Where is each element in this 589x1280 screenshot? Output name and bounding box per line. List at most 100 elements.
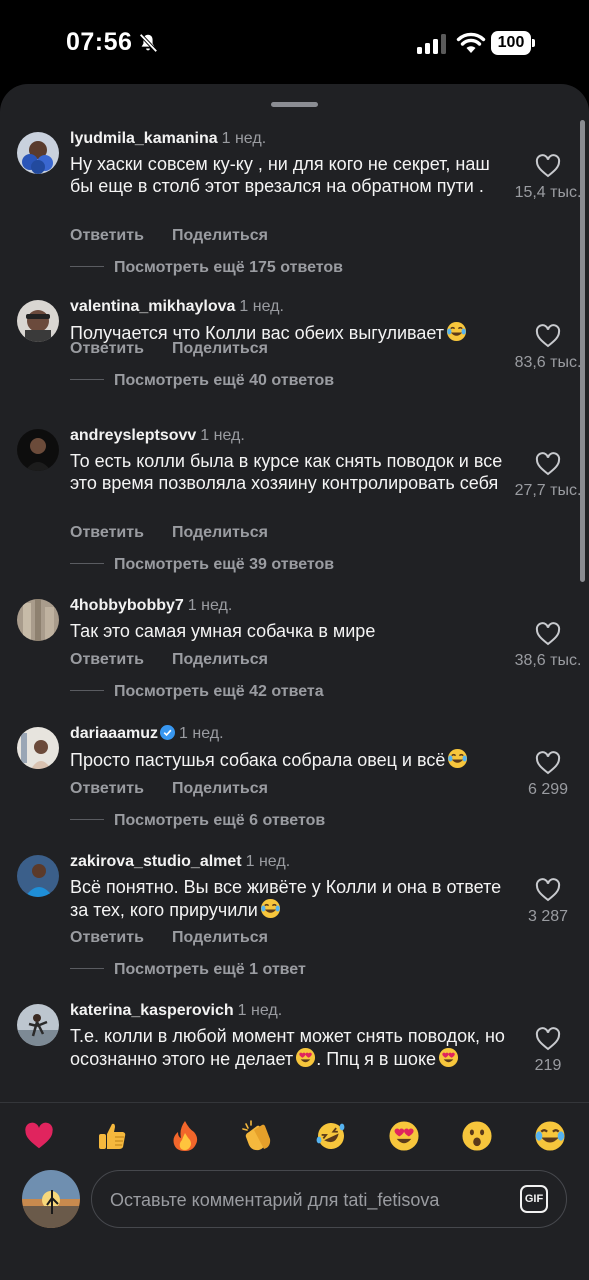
heart-eyes-emoji-icon: [296, 1047, 316, 1068]
comment-time: 1 нед.: [187, 597, 233, 614]
comment-header: lyudmila_kamanina 1 нед.: [70, 130, 266, 148]
like-count: 83,6 тыс.: [514, 354, 582, 371]
comment-username[interactable]: lyudmila_kamanina: [70, 130, 218, 147]
reply-button[interactable]: Ответить: [70, 651, 144, 668]
like-button[interactable]: 15,4 тыс.: [508, 154, 588, 202]
share-button[interactable]: Поделиться: [172, 780, 268, 797]
view-replies-label: Посмотреть ещё 39 ответов: [114, 556, 335, 573]
view-replies-label: Посмотреть ещё 42 ответа: [114, 683, 324, 700]
like-button[interactable]: 6 299: [508, 751, 588, 799]
reaction-fire-button[interactable]: [168, 1119, 202, 1153]
comment-input[interactable]: Оставьте комментарий для tati_fetisova G…: [91, 1170, 567, 1228]
wifi-icon: [456, 32, 486, 53]
comment-text-body: Всё понятно. Вы все живёте у Колли и она…: [70, 877, 502, 920]
share-button[interactable]: Поделиться: [172, 651, 268, 668]
comment-header: dariaaamuz 1 нед.: [70, 725, 224, 743]
like-count: 6 299: [527, 781, 569, 798]
share-button[interactable]: Поделиться: [172, 340, 268, 357]
avatar[interactable]: [17, 855, 59, 897]
view-replies-button[interactable]: Посмотреть ещё 1 ответ: [70, 961, 306, 979]
quick-reactions-bar: [0, 1102, 589, 1162]
comment-actions: Ответить Поделиться: [70, 780, 268, 798]
like-button[interactable]: 83,6 тыс.: [508, 324, 588, 372]
reaction-clapping-button[interactable]: [241, 1119, 275, 1153]
view-replies-button[interactable]: Посмотреть ещё 6 ответов: [70, 812, 325, 830]
heart-icon: [535, 324, 561, 348]
comment-header: katerina_kasperovich 1 нед.: [70, 1002, 282, 1020]
avatar[interactable]: [17, 300, 59, 342]
like-count: 219: [534, 1057, 562, 1074]
reaction-tears-of-joy-button[interactable]: [533, 1119, 567, 1153]
like-button[interactable]: 3 287: [508, 878, 588, 926]
comment-username[interactable]: 4hobbybobby7: [70, 597, 184, 614]
avatar[interactable]: [17, 429, 59, 471]
comment-actions: Ответить Поделиться: [70, 929, 268, 947]
reply-button[interactable]: Ответить: [70, 340, 144, 357]
avatar[interactable]: [17, 599, 59, 641]
comment-composer: Оставьте комментарий для tati_fetisova G…: [0, 1162, 589, 1280]
share-button[interactable]: Поделиться: [172, 524, 268, 541]
comment-text: Так это самая умная собачка в мире: [70, 621, 376, 641]
like-button[interactable]: 27,7 тыс.: [508, 452, 588, 500]
heart-icon: [535, 751, 561, 775]
comment-username[interactable]: katerina_kasperovich: [70, 1002, 234, 1019]
avatar[interactable]: [17, 132, 59, 174]
comment-time: 1 нед.: [245, 853, 291, 870]
comment-actions: Ответить Поделиться: [70, 340, 268, 358]
battery-level: 100: [497, 34, 525, 51]
bell-slash-icon: [139, 33, 158, 53]
comment-username[interactable]: valentina_mikhaylova: [70, 298, 235, 315]
like-count: 38,6 тыс.: [514, 652, 582, 669]
like-button[interactable]: 219: [508, 1027, 588, 1075]
view-replies-button[interactable]: Посмотреть ещё 40 ответов: [70, 372, 334, 390]
rofl-emoji-icon: [316, 1123, 345, 1149]
reply-button[interactable]: Ответить: [70, 227, 144, 244]
comment-time: 1 нед.: [221, 130, 267, 147]
comment-username[interactable]: andreysleptsovv: [70, 427, 196, 444]
comment-username[interactable]: dariaaamuz: [70, 725, 158, 742]
reply-button[interactable]: Ответить: [70, 929, 144, 946]
like-count: 3 287: [527, 908, 569, 925]
share-button[interactable]: Поделиться: [172, 227, 268, 244]
like-count: 15,4 тыс.: [514, 184, 582, 201]
comment-username[interactable]: zakirova_studio_almet: [70, 853, 242, 870]
gif-button[interactable]: GIF: [520, 1185, 548, 1213]
avatar[interactable]: [17, 1004, 59, 1046]
reaction-heart-button[interactable]: [22, 1119, 56, 1153]
verified-badge-icon: [160, 725, 176, 740]
reply-button[interactable]: Ответить: [70, 524, 144, 541]
like-button[interactable]: 38,6 тыс.: [508, 622, 588, 670]
reaction-rofl-button[interactable]: [314, 1119, 348, 1153]
view-replies-label: Посмотреть ещё 175 ответов: [114, 259, 344, 276]
reaction-thumbs-up-button[interactable]: [95, 1119, 129, 1153]
comment-time: 1 нед.: [179, 725, 224, 742]
avatar[interactable]: [17, 727, 59, 769]
comment-input-placeholder: Оставьте комментарий для tati_fetisova: [110, 1190, 440, 1210]
comment-time: 1 нед.: [239, 298, 284, 315]
heart-icon: [535, 622, 561, 646]
fire-icon: [173, 1121, 198, 1151]
share-button[interactable]: Поделиться: [172, 929, 268, 946]
comment-actions: Ответить Поделиться: [70, 651, 268, 669]
thumbs-up-icon: [99, 1123, 126, 1149]
heart-eyes-emoji-icon: [439, 1047, 459, 1068]
scrollbar[interactable]: [580, 120, 585, 582]
surprised-emoji-icon: [462, 1121, 492, 1151]
current-user-avatar: [22, 1170, 80, 1228]
clapping-hands-icon: [242, 1120, 271, 1151]
comment-actions: Ответить Поделиться: [70, 524, 268, 542]
comment-header: zakirova_studio_almet 1 нед.: [70, 853, 290, 871]
reaction-surprised-button[interactable]: [460, 1119, 494, 1153]
reply-button[interactable]: Ответить: [70, 780, 144, 797]
tears-of-joy-emoji-icon: [535, 1121, 565, 1151]
reaction-heart-eyes-button[interactable]: [387, 1119, 421, 1153]
view-replies-button[interactable]: Посмотреть ещё 39 ответов: [70, 556, 334, 574]
comments-sheet: lyudmila_kamanina 1 нед. Ну хаски совсем …: [0, 84, 589, 1280]
like-count: 27,7 тыс.: [514, 482, 582, 499]
comment-text: Всё понятно. Вы все живёте у Колли и она…: [70, 876, 510, 921]
view-replies-button[interactable]: Посмотреть ещё 42 ответа: [70, 683, 324, 701]
view-replies-button[interactable]: Посмотреть ещё 175 ответов: [70, 259, 343, 277]
cellular-signal-icon: [417, 34, 446, 54]
comment-header: andreysleptsovv 1 нед.: [70, 427, 245, 445]
tears-of-joy-emoji-icon: [447, 321, 467, 342]
